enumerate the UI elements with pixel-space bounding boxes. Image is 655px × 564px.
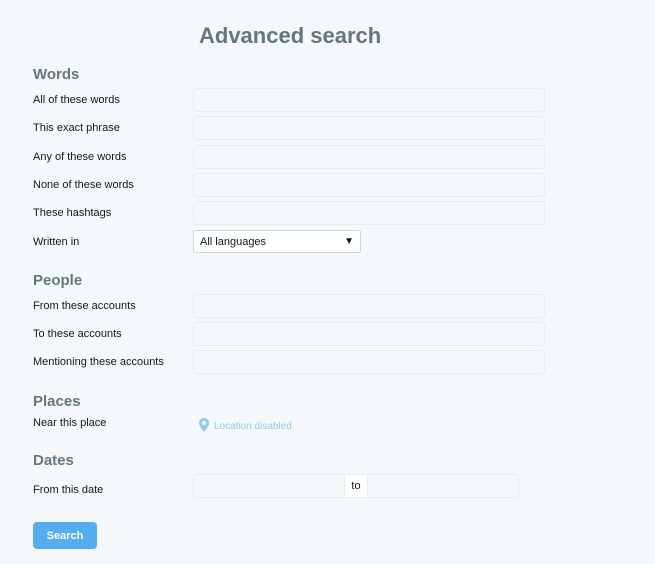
language-select-value: All languages <box>200 235 267 248</box>
mentioning-accounts-label: Mentioning these accounts <box>33 356 164 368</box>
location-status: Location disabled <box>214 421 292 432</box>
section-title-people: People <box>33 272 83 289</box>
date-range: to <box>193 474 519 498</box>
map-pin-icon <box>199 418 214 435</box>
exact-phrase-input[interactable] <box>193 116 545 140</box>
all-words-label: All of these words <box>33 94 120 106</box>
written-in-label: Written in <box>33 236 80 248</box>
mentioning-accounts-input[interactable] <box>193 350 545 374</box>
any-words-label: Any of these words <box>33 151 127 163</box>
section-title-words: Words <box>33 66 80 83</box>
to-date-input[interactable] <box>367 474 519 498</box>
near-place-label: Near this place <box>33 417 107 429</box>
from-date-label: From this date <box>33 484 104 496</box>
to-accounts-label: To these accounts <box>33 328 122 340</box>
any-words-input[interactable] <box>193 145 545 169</box>
language-select[interactable]: All languages ▼ <box>193 230 361 253</box>
exact-phrase-label: This exact phrase <box>33 122 120 134</box>
from-accounts-input[interactable] <box>193 294 545 318</box>
search-button[interactable]: Search <box>33 522 97 549</box>
hashtags-input[interactable] <box>193 201 545 225</box>
date-separator: to <box>345 474 367 498</box>
section-title-dates: Dates <box>33 452 74 469</box>
from-date-input[interactable] <box>193 474 345 498</box>
location-toggle[interactable]: Location disabled <box>199 418 292 435</box>
none-words-label: None of these words <box>33 179 134 191</box>
section-title-places: Places <box>33 393 81 410</box>
all-words-input[interactable] <box>193 88 545 112</box>
page-title: Advanced search <box>199 23 382 48</box>
hashtags-label: These hashtags <box>33 207 112 219</box>
from-accounts-label: From these accounts <box>33 300 136 312</box>
to-accounts-input[interactable] <box>193 322 545 346</box>
none-words-input[interactable] <box>193 173 545 197</box>
chevron-down-icon: ▼ <box>344 236 354 247</box>
